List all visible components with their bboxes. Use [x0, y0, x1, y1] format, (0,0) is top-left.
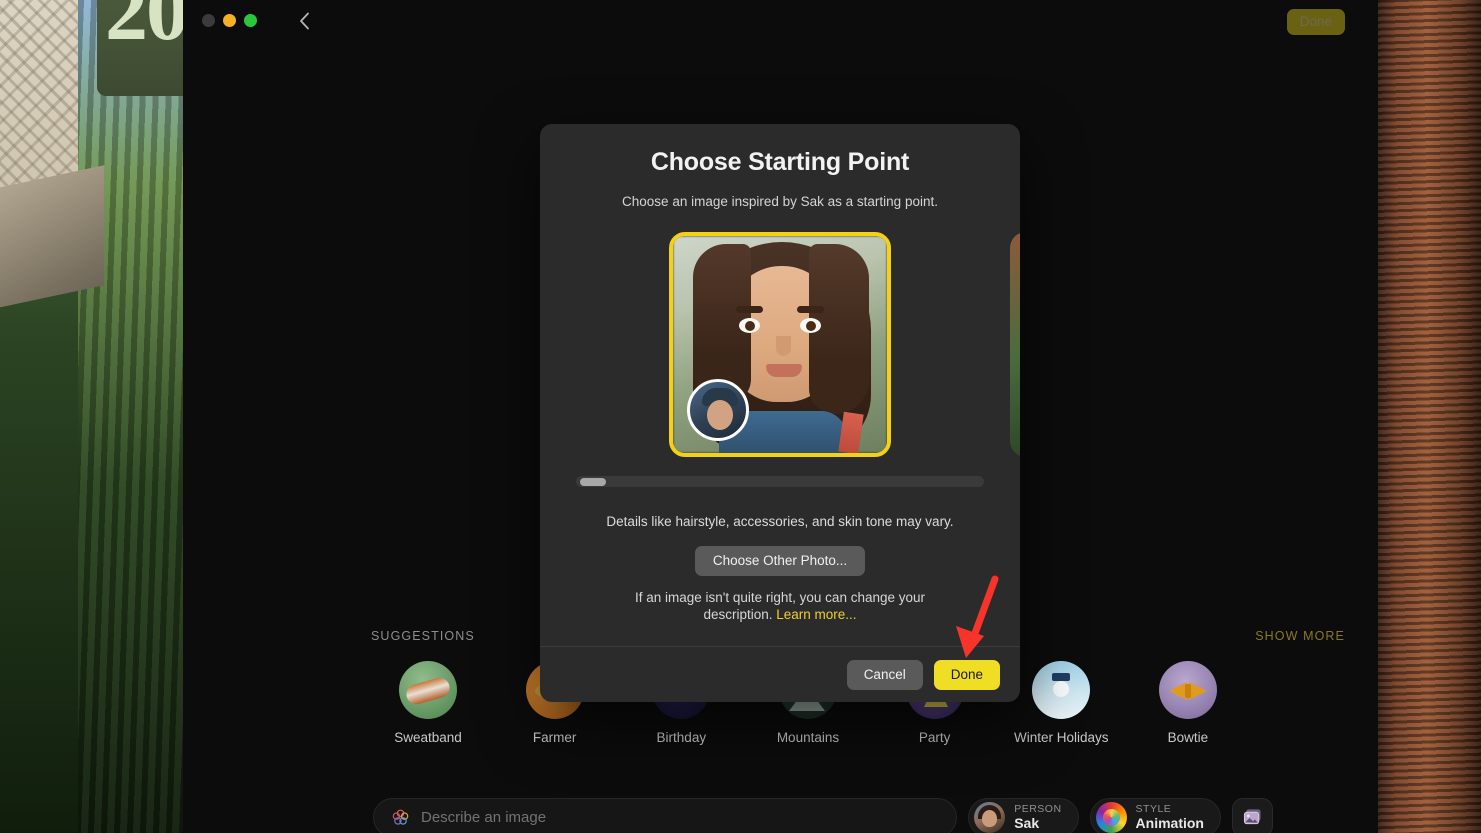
dialog-vary-note: Details like hairstyle, accessories, and… [606, 514, 954, 529]
traffic-lights [202, 14, 257, 27]
carousel-scrollbar[interactable] [576, 476, 984, 487]
close-window-button[interactable] [202, 14, 215, 27]
suggestion-label: Farmer [532, 730, 577, 745]
suggestion-label: Birthday [656, 730, 707, 745]
maximize-window-button[interactable] [244, 14, 257, 27]
green-poster-number: 20 [105, 0, 183, 58]
suggestions-label: SUGGESTIONS [371, 629, 475, 643]
dialog-hint: If an image isn't quite right, you can c… [620, 590, 940, 624]
show-more-button[interactable]: SHOW MORE [1255, 629, 1345, 643]
starting-point-carousel[interactable] [562, 232, 1020, 460]
person-chip-kicker: PERSON [1014, 803, 1062, 816]
choose-other-photo-button[interactable]: Choose Other Photo... [694, 546, 866, 576]
person-avatar [974, 802, 1006, 833]
choose-starting-point-dialog: Choose Starting Point Choose an image in… [540, 124, 1020, 702]
photo-library-button[interactable] [1232, 798, 1273, 833]
minimize-window-button[interactable] [223, 14, 236, 27]
source-photo-thumbnail [687, 379, 749, 441]
done-button[interactable]: Done [933, 659, 1000, 690]
dialog-title: Choose Starting Point [650, 148, 910, 176]
background-window-pattern-photo[interactable] [0, 0, 104, 311]
person-chip[interactable]: PERSON Sak [968, 798, 1079, 833]
dialog-body: Choose Starting Point Choose an image in… [540, 124, 1020, 624]
suggestion-item[interactable]: Winter Holidays [1006, 661, 1116, 745]
carousel-item-selected[interactable] [669, 232, 891, 457]
suggestion-label: Party [918, 730, 951, 745]
bowtie-icon [1158, 661, 1217, 719]
suggestion-label: Sweatband [394, 730, 462, 745]
window-done-button[interactable]: Done [1286, 9, 1345, 35]
person-chip-value: Sak [1014, 815, 1040, 832]
suggestion-label: Winter Holidays [1014, 730, 1109, 745]
background-windows-left: 20 [0, 0, 183, 833]
describe-input[interactable]: Describe an image [373, 798, 958, 833]
wallpaper-tree-trunk [1373, 0, 1481, 833]
learn-more-link[interactable]: Learn more... [776, 607, 856, 622]
cancel-button[interactable]: Cancel [846, 659, 923, 690]
prompt-bar: Describe an image PERSON Sak STYLE Anima… [183, 798, 1378, 833]
carousel-item-next[interactable] [1010, 232, 1020, 457]
describe-placeholder-text: Describe an image [421, 809, 547, 826]
dialog-footer: Cancel Done [540, 646, 1020, 702]
style-chip-kicker: STYLE [1135, 803, 1172, 816]
snowman-icon [1032, 661, 1091, 719]
apple-intelligence-flower-icon [391, 808, 410, 827]
dialog-subtitle: Choose an image inspired by Sak as a sta… [622, 194, 938, 209]
back-chevron-icon[interactable] [294, 11, 314, 31]
window-titlebar: Done [183, 0, 1378, 41]
wallpaper-trees-left [78, 0, 183, 833]
background-window-green-poster[interactable]: 20 [97, 0, 183, 96]
style-chip[interactable]: STYLE Animation [1089, 798, 1221, 833]
style-chip-value: Animation [1135, 815, 1204, 832]
screen: 20 Done SUGGESTIONS SHOW MORE Sweatband … [0, 0, 1481, 833]
suggestion-label: Mountains [776, 730, 840, 745]
suggestion-label: Bowtie [1167, 730, 1209, 745]
suggestion-item[interactable]: Sweatband [373, 661, 483, 745]
sweatband-icon [399, 661, 457, 719]
style-color-wheel-icon [1095, 802, 1127, 833]
suggestion-item[interactable]: Bowtie [1133, 661, 1243, 745]
carousel-scrollbar-thumb[interactable] [580, 477, 606, 486]
